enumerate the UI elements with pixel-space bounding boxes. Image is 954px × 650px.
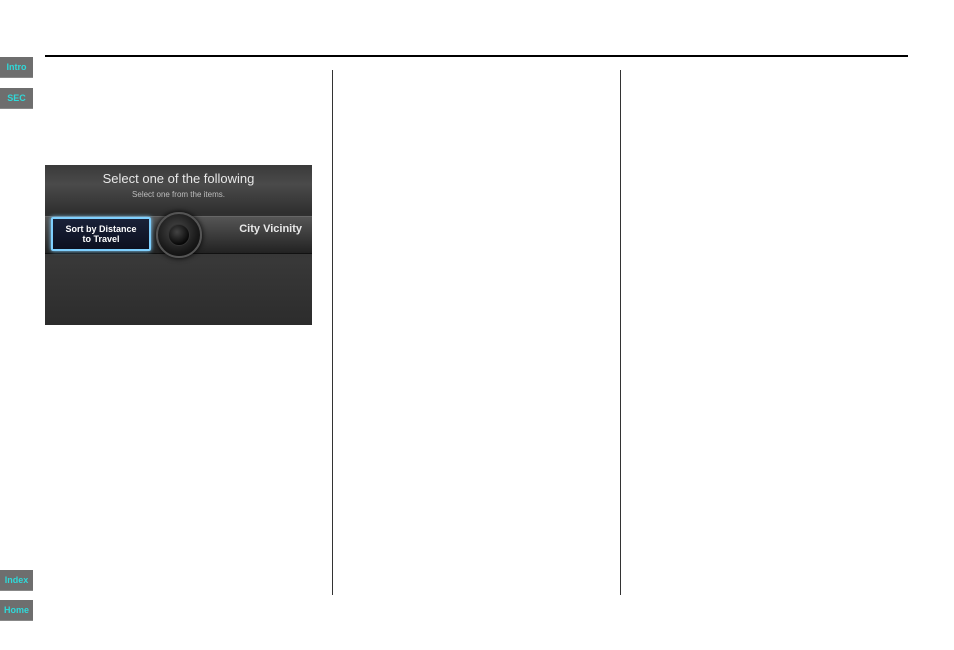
nav-dial-inner <box>168 224 190 246</box>
tab-intro[interactable]: Intro <box>0 57 33 78</box>
column-1: Select one of the following Select one f… <box>45 70 333 595</box>
navigation-screen-image: Select one of the following Select one f… <box>45 165 312 325</box>
nav-option-sort-by-distance: Sort by Distance to Travel <box>51 217 151 251</box>
content-columns: Select one of the following Select one f… <box>45 70 908 595</box>
tab-home[interactable]: Home <box>0 600 33 621</box>
nav-option-left-line2: to Travel <box>53 234 149 244</box>
nav-option-left-line1: Sort by Distance <box>53 224 149 234</box>
horizontal-rule <box>45 55 908 57</box>
nav-dial <box>156 212 202 258</box>
nav-option-city-vicinity: City Vicinity <box>239 223 302 235</box>
tab-index[interactable]: Index <box>0 570 33 591</box>
column-3 <box>621 70 908 595</box>
nav-screen-title: Select one of the following <box>45 165 312 186</box>
tab-sec[interactable]: SEC <box>0 88 33 109</box>
nav-screen-subtitle: Select one from the items. <box>45 186 312 199</box>
nav-dial-row: Sort by Distance to Travel City Vicinity <box>45 215 312 255</box>
column-2 <box>333 70 621 595</box>
